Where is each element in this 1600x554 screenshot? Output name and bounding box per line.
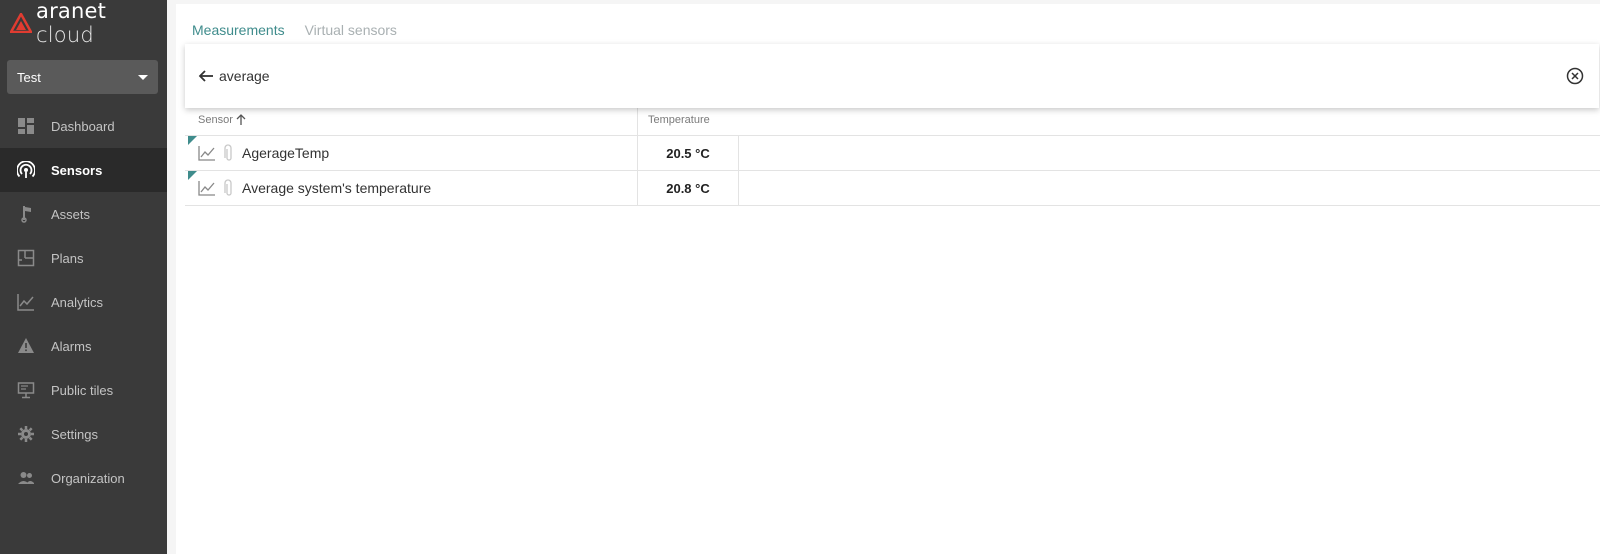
sensor-name[interactable]: AgerageTemp xyxy=(242,145,329,161)
sensor-cell: AgerageTemp xyxy=(185,136,637,170)
sort-ascending-icon xyxy=(236,114,246,125)
public-tiles-icon xyxy=(17,381,35,399)
aranet-logo-icon xyxy=(10,13,32,33)
sidebar-item-label: Dashboard xyxy=(51,118,115,134)
logo-sub-text: cloud xyxy=(36,23,94,47)
logo-main-text: aranet xyxy=(36,0,107,23)
sidebar-item-public-tiles[interactable]: Public tiles xyxy=(0,368,167,412)
gear-icon xyxy=(17,425,35,443)
sidebar-item-analytics[interactable]: Analytics xyxy=(0,280,167,324)
chart-icon[interactable] xyxy=(198,180,216,196)
assets-icon xyxy=(17,205,35,223)
row-marker xyxy=(188,136,197,145)
chevron-down-icon xyxy=(138,74,148,80)
column-header-sensor-label: Sensor xyxy=(198,113,233,126)
sidebar: aranet cloud Test Dashboard Sensors Asse… xyxy=(0,0,167,554)
column-header-temperature[interactable]: Temperature xyxy=(637,104,739,135)
analytics-icon xyxy=(17,293,35,311)
clear-search-icon[interactable] xyxy=(1565,66,1585,86)
table-row[interactable]: AgerageTemp 20.5 °C xyxy=(185,136,1600,171)
temperature-value: 20.8 °C xyxy=(637,171,739,205)
back-arrow-icon[interactable] xyxy=(197,67,215,85)
temperature-value: 20.5 °C xyxy=(637,136,739,170)
search-input[interactable] xyxy=(219,68,1565,84)
dashboard-icon xyxy=(17,117,35,135)
main-area: Measurements Virtual sensors Sensor Temp… xyxy=(167,0,1600,554)
sidebar-item-sensors[interactable]: Sensors xyxy=(0,148,167,192)
paperclip-icon[interactable] xyxy=(224,144,234,162)
sensor-cell: Average system's temperature xyxy=(185,171,637,205)
sidebar-item-plans[interactable]: Plans xyxy=(0,236,167,280)
search-bar xyxy=(185,44,1599,108)
sidebar-item-alarms[interactable]: Alarms xyxy=(0,324,167,368)
paperclip-icon[interactable] xyxy=(224,179,234,197)
table-row[interactable]: Average system's temperature 20.8 °C xyxy=(185,171,1600,206)
sensor-name[interactable]: Average system's temperature xyxy=(242,180,431,196)
sidebar-item-label: Assets xyxy=(51,206,91,222)
alarm-icon xyxy=(17,337,35,355)
sidebar-item-dashboard[interactable]: Dashboard xyxy=(0,104,167,148)
logo-text: aranet cloud xyxy=(36,0,167,47)
sidebar-item-label: Organization xyxy=(51,470,125,486)
column-header-sensor[interactable]: Sensor xyxy=(185,104,637,135)
row-marker xyxy=(188,171,197,180)
sidebar-item-label: Public tiles xyxy=(51,382,114,398)
organization-select[interactable]: Test xyxy=(7,60,158,94)
sidebar-item-label: Plans xyxy=(51,250,84,266)
sidebar-nav: Dashboard Sensors Assets Plans Analytics xyxy=(0,104,167,500)
aranet-logo[interactable]: aranet cloud xyxy=(10,0,167,47)
sidebar-item-assets[interactable]: Assets xyxy=(0,192,167,236)
table-header: Sensor Temperature xyxy=(185,104,1600,136)
sidebar-item-organization[interactable]: Organization xyxy=(0,456,167,500)
sensors-icon xyxy=(17,161,35,179)
sidebar-item-label: Alarms xyxy=(51,338,92,354)
organization-select-value: Test xyxy=(17,69,41,85)
sidebar-item-label: Settings xyxy=(51,426,98,442)
sidebar-item-label: Analytics xyxy=(51,294,104,310)
sidebar-item-settings[interactable]: Settings xyxy=(0,412,167,456)
sidebar-item-label: Sensors xyxy=(51,162,103,178)
people-icon xyxy=(17,469,35,487)
plans-icon xyxy=(17,249,35,267)
chart-icon[interactable] xyxy=(198,145,216,161)
sensor-table: Sensor Temperature AgerageTemp 20.5 °C A… xyxy=(185,104,1600,206)
